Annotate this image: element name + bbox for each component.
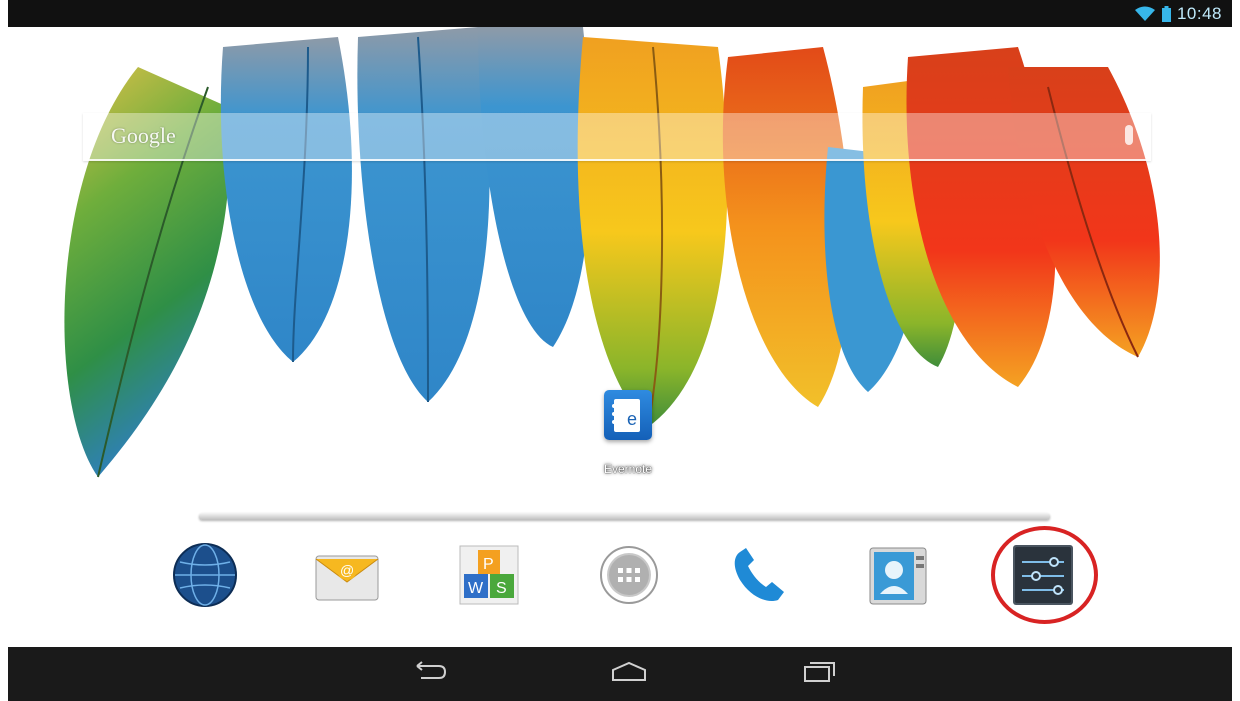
evernote-icon: e bbox=[604, 390, 652, 440]
google-search-bar[interactable]: Google bbox=[83, 113, 1151, 161]
browser-dock-item[interactable] bbox=[172, 542, 238, 613]
mic-icon[interactable] bbox=[1125, 125, 1133, 145]
status-time: 10:48 bbox=[1176, 3, 1222, 23]
wps-office-icon: P W S bbox=[456, 542, 522, 613]
contacts-dock-item[interactable] bbox=[866, 544, 932, 610]
email-icon: @ bbox=[314, 542, 380, 613]
home-button[interactable] bbox=[604, 657, 654, 691]
svg-text:S: S bbox=[496, 580, 507, 597]
phone-dock-item[interactable] bbox=[726, 544, 792, 610]
contacts-icon bbox=[866, 542, 932, 613]
wps-office-dock-item[interactable]: P W S bbox=[456, 544, 522, 610]
home-icon bbox=[609, 660, 649, 689]
globe-icon bbox=[172, 542, 238, 613]
app-drawer-dock-item[interactable] bbox=[596, 544, 662, 610]
email-dock-item[interactable]: @ bbox=[314, 544, 380, 610]
back-button[interactable] bbox=[404, 657, 454, 691]
svg-text:P: P bbox=[483, 556, 494, 573]
svg-text:W: W bbox=[468, 580, 484, 597]
settings-highlight-circle bbox=[991, 526, 1098, 624]
app-drawer-icon bbox=[596, 542, 662, 613]
navigation-bar bbox=[8, 647, 1232, 701]
battery-icon bbox=[1161, 5, 1171, 22]
dock-divider bbox=[199, 513, 1050, 520]
phone-icon bbox=[726, 542, 792, 613]
wifi-icon bbox=[1134, 6, 1156, 22]
recents-button[interactable] bbox=[794, 657, 844, 691]
evernote-label: Evernote bbox=[603, 462, 653, 476]
evernote-app[interactable]: e Evernote bbox=[590, 390, 666, 476]
svg-text:e: e bbox=[627, 409, 637, 429]
back-icon bbox=[409, 660, 449, 689]
search-placeholder: Google bbox=[111, 123, 176, 148]
recents-icon bbox=[799, 660, 839, 689]
svg-text:@: @ bbox=[340, 562, 354, 578]
status-bar: 10:48 bbox=[8, 0, 1232, 27]
